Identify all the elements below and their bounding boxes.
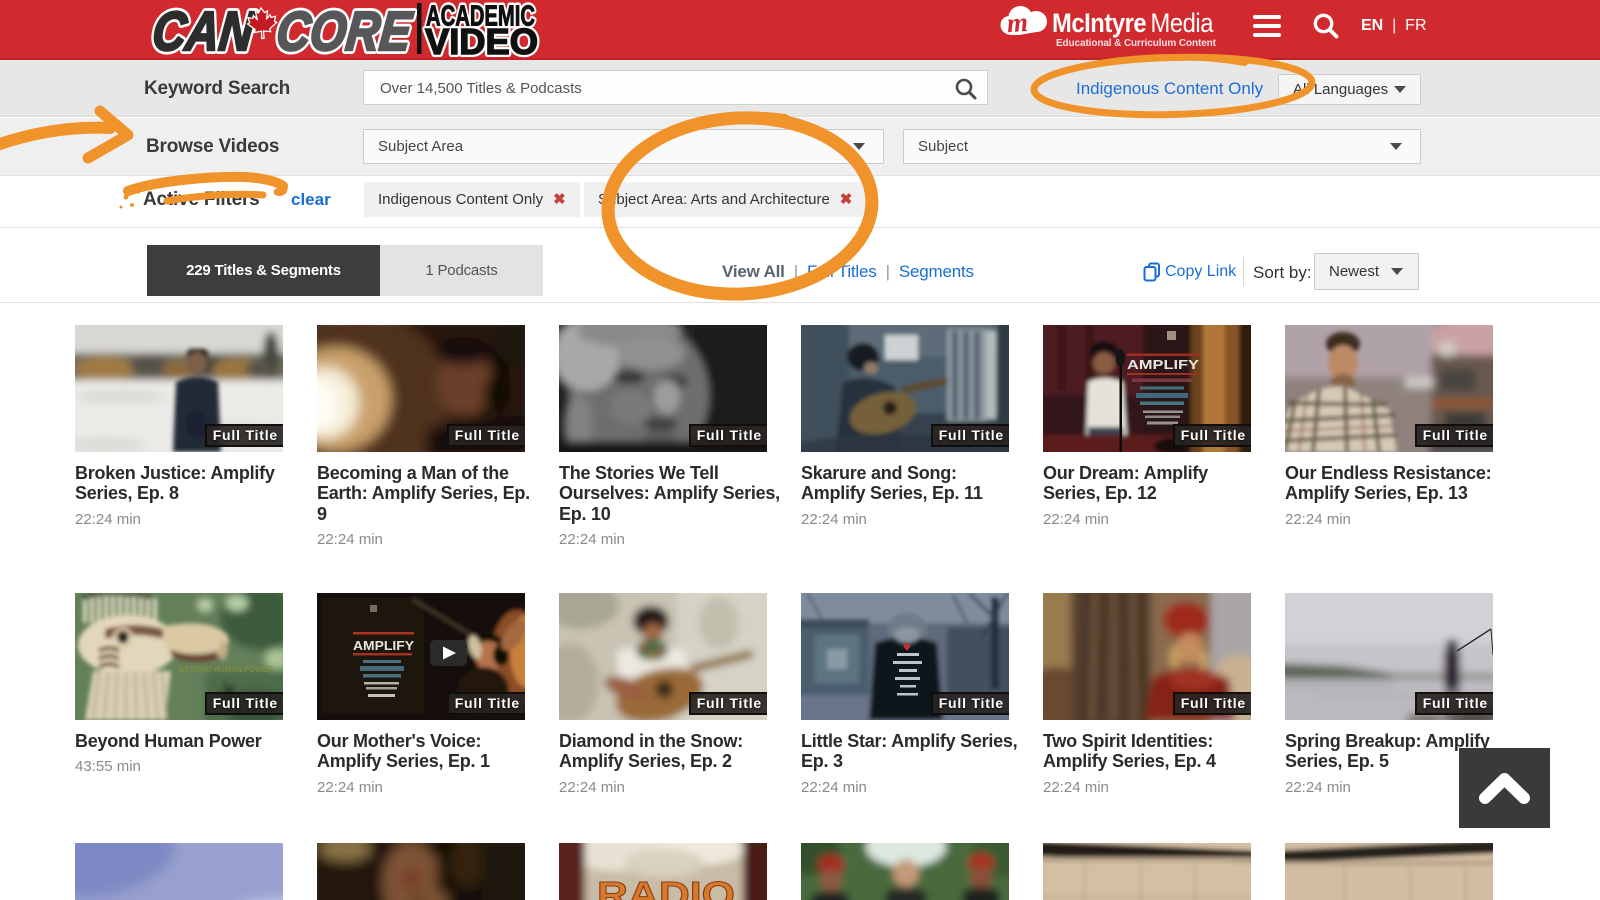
svg-text:CAN: CAN bbox=[150, 2, 257, 58]
svg-text:m: m bbox=[1006, 7, 1029, 38]
svg-text:CORE: CORE bbox=[274, 2, 416, 58]
svg-text:VIDEO: VIDEO bbox=[425, 21, 538, 58]
svg-text:RADIO: RADIO bbox=[597, 874, 735, 900]
svg-text:AMPLIFY: AMPLIFY bbox=[353, 639, 415, 653]
svg-text:BEYOND HUMAN POWER: BEYOND HUMAN POWER bbox=[179, 665, 273, 674]
svg-text:AMPLIFY: AMPLIFY bbox=[1127, 357, 1199, 372]
